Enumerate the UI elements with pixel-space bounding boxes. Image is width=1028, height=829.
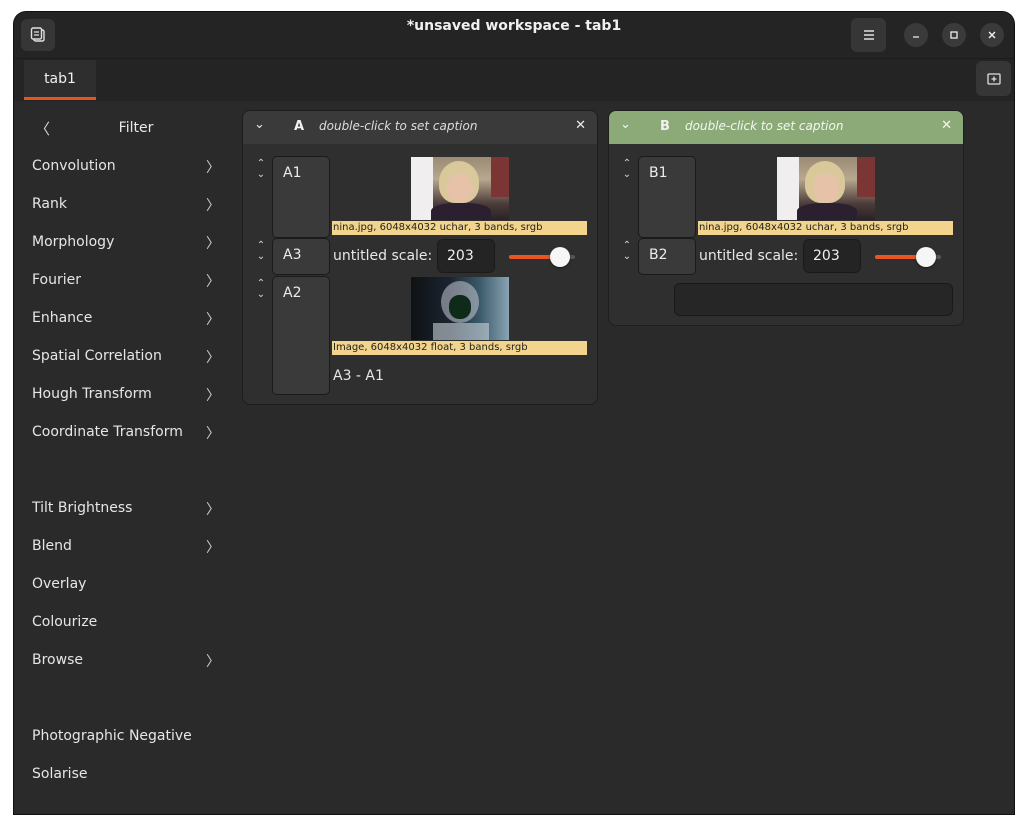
sidebar-item-hough-transform[interactable]: Hough Transform 〉 [14, 378, 232, 410]
sidebar-item-label: Photographic Negative [32, 728, 192, 744]
row-a1-thumbnail[interactable] [411, 157, 509, 220]
tab-tab1[interactable]: tab1 [24, 60, 96, 100]
collapse-icon[interactable]: ⌄ [254, 117, 265, 132]
chevron-right-icon: 〉 [206, 198, 220, 214]
sidebar-item-rank[interactable]: Rank 〉 [14, 188, 232, 220]
sidebar-item-label: Fourier [32, 272, 82, 288]
sidebar-item-label: Browse [32, 652, 83, 668]
row-b2-tab[interactable]: B2 [638, 238, 696, 275]
sidebar-item-colourize[interactable]: Colourize [14, 606, 232, 638]
row-b2-scale-label: untitled scale: [699, 248, 799, 264]
row-a1-move-arrows[interactable]: ⌃ ⌄ [255, 158, 267, 180]
close-icon [988, 31, 996, 39]
tab-bar: tab1 [14, 59, 1014, 101]
chevron-right-icon: 〉 [206, 350, 220, 366]
sidebar-item-morphology[interactable]: Morphology 〉 [14, 226, 232, 258]
row-b2-scale-slider[interactable] [875, 247, 941, 267]
sidebar-item-tilt-brightness[interactable]: Tilt Brightness 〉 [14, 492, 232, 524]
close-window-button[interactable] [980, 23, 1004, 47]
sidebar-item-spatial-correlation[interactable]: Spatial Correlation 〉 [14, 340, 232, 372]
column-caption[interactable]: double-click to set caption [685, 119, 843, 133]
row-b1-thumbnail[interactable] [777, 157, 875, 220]
sidebar-item-label: Convolution [32, 158, 116, 174]
sidebar-item-label: Rank [32, 196, 67, 212]
row-a1-info: nina.jpg, 6048x4032 uchar, 3 bands, srgb [332, 221, 587, 235]
collapse-icon[interactable]: ⌄ [620, 117, 631, 132]
sidebar-item-fourier[interactable]: Fourier 〉 [14, 264, 232, 296]
sidebar-item-browse[interactable]: Browse 〉 [14, 644, 232, 676]
minimize-button[interactable] [904, 23, 928, 47]
chevron-right-icon: 〉 [206, 654, 220, 670]
sidebar-item-solarise[interactable]: Solarise [14, 758, 232, 790]
chevron-right-icon: 〉 [206, 388, 220, 404]
column-caption[interactable]: double-click to set caption [319, 119, 477, 133]
new-row-entry[interactable] [674, 283, 953, 316]
sidebar-item-photographic-negative[interactable]: Photographic Negative [14, 720, 232, 752]
row-a2-move-arrows[interactable]: ⌃ ⌄ [255, 278, 267, 300]
new-tab-button[interactable] [976, 61, 1011, 96]
sidebar-title: Filter [118, 120, 154, 136]
row-a2-expression[interactable]: A3 - A1 [333, 368, 384, 384]
row-b1-info: nina.jpg, 6048x4032 uchar, 3 bands, srgb [698, 221, 953, 235]
maximize-button[interactable] [942, 23, 966, 47]
slider-knob[interactable] [916, 247, 937, 267]
column-b[interactable]: ⌄ B double-click to set caption ✕ ⌃ ⌄ B1 … [608, 110, 964, 326]
sidebar-item-label: Tilt Brightness [32, 500, 133, 516]
chevron-right-icon: 〉 [206, 274, 220, 290]
minimize-icon [913, 36, 919, 38]
sidebar-item-label: Morphology [32, 234, 115, 250]
sidebar-item-coordinate-transform[interactable]: Coordinate Transform 〉 [14, 416, 232, 448]
row-a1-tab[interactable]: A1 [272, 156, 330, 238]
title-bar: *unsaved workspace - tab1 [14, 12, 1014, 59]
chevron-right-icon: 〉 [206, 236, 220, 252]
sidebar-item-convolution[interactable]: Convolution 〉 [14, 150, 232, 182]
sidebar-item-blend[interactable]: Blend 〉 [14, 530, 232, 562]
sidebar-item-label: Spatial Correlation [32, 348, 162, 364]
chevron-right-icon: 〉 [206, 160, 220, 176]
row-a2-info: Image, 6048x4032 float, 3 bands, srgb [332, 341, 587, 355]
close-column-icon[interactable]: ✕ [575, 118, 586, 133]
row-a2-thumbnail[interactable] [411, 277, 509, 340]
row-a3-move-arrows[interactable]: ⌃ ⌄ [255, 240, 267, 262]
app-window: *unsaved workspace - tab1 tab1 〈 Filter … [14, 12, 1014, 814]
row-a2-tab[interactable]: A2 [272, 276, 330, 395]
sidebar-item-label: Solarise [32, 766, 88, 782]
chevron-right-icon: 〉 [206, 502, 220, 518]
sidebar-item-enhance[interactable]: Enhance 〉 [14, 302, 232, 334]
column-a[interactable]: ⌄ A double-click to set caption ✕ ⌃ ⌄ A1 … [242, 110, 598, 405]
row-a3-scale-slider[interactable] [509, 247, 575, 267]
chevron-right-icon: 〉 [206, 426, 220, 442]
row-b1-tab[interactable]: B1 [638, 156, 696, 238]
new-tab-icon [986, 72, 1001, 85]
row-a3-scale-label: untitled scale: [333, 248, 433, 264]
sidebar-header: 〈 Filter [14, 118, 232, 138]
close-column-icon[interactable]: ✕ [941, 118, 952, 133]
row-b2-move-arrows[interactable]: ⌃ ⌄ [621, 240, 633, 262]
sidebar-item-label: Coordinate Transform [32, 424, 183, 440]
main-menu-button[interactable] [851, 18, 886, 52]
sidebar-item-overlay[interactable]: Overlay [14, 568, 232, 600]
chevron-right-icon: 〉 [206, 540, 220, 556]
sidebar-item-label: Blend [32, 538, 72, 554]
column-name: A [294, 119, 305, 134]
sidebar-item-label: Overlay [32, 576, 87, 592]
row-b1-move-arrows[interactable]: ⌃ ⌄ [621, 158, 633, 180]
filter-sidebar: 〈 Filter Convolution 〉 Rank 〉 Morphology… [14, 101, 232, 814]
sidebar-item-label: Colourize [32, 614, 98, 630]
slider-knob[interactable] [550, 247, 571, 267]
row-b2-scale-input[interactable]: 203 [803, 239, 861, 273]
column-b-header[interactable]: ⌄ B double-click to set caption ✕ [609, 111, 963, 144]
column-name: B [660, 119, 670, 134]
sidebar-item-label: Hough Transform [32, 386, 152, 402]
hamburger-icon [863, 30, 874, 40]
sidebar-item-label: Enhance [32, 310, 93, 326]
chevron-right-icon: 〉 [206, 312, 220, 328]
row-a3-scale-input[interactable]: 203 [437, 239, 495, 273]
row-a3-tab[interactable]: A3 [272, 238, 330, 275]
column-a-header[interactable]: ⌄ A double-click to set caption ✕ [243, 111, 597, 144]
maximize-icon [950, 31, 958, 39]
